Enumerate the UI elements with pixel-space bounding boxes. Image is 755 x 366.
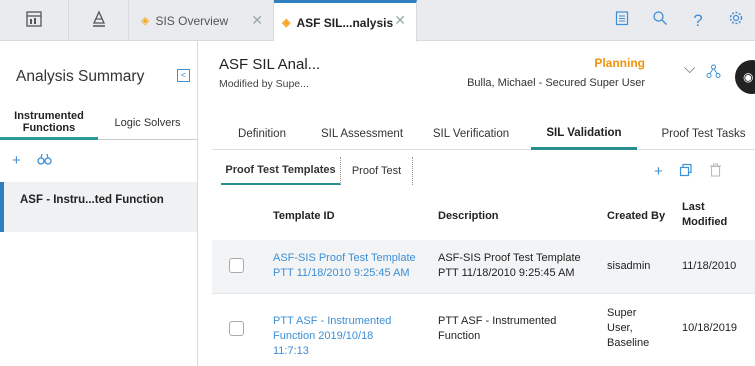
clipboard-icon[interactable] — [603, 10, 641, 31]
description-cell: PTT ASF - Instrumented Function — [438, 315, 557, 342]
diamond-icon: ◈ — [141, 15, 150, 27]
tab-logic-solvers[interactable]: Logic Solvers — [98, 106, 197, 140]
main-tabs: Definition SIL Assessment SIL Verificati… — [212, 118, 755, 150]
top-right-icons: ? — [603, 0, 755, 41]
page-subtitle: Modified by Supe... — [219, 78, 309, 90]
tab-proof-test-templates[interactable]: Proof Test Templates — [221, 157, 341, 185]
asset-hierarchy-button[interactable] — [69, 0, 129, 41]
search-icon[interactable] — [641, 10, 679, 31]
left-tabs: Instrumented Functions Logic Solvers — [0, 106, 197, 140]
add-icon[interactable]: + — [12, 152, 21, 170]
chevron-down-icon[interactable]: ⌵ — [684, 60, 695, 77]
help-icon[interactable]: ? — [679, 11, 717, 31]
binoculars-icon[interactable] — [37, 152, 52, 170]
column-template-id[interactable]: Template ID — [273, 209, 335, 224]
row-checkbox[interactable] — [229, 258, 244, 273]
column-created-by[interactable]: Created By — [607, 209, 665, 224]
dashboard-button[interactable] — [0, 0, 69, 41]
created-by-cell: sisadmin — [607, 260, 651, 272]
column-last-modified[interactable]: Last Modified — [682, 200, 742, 230]
template-id-link[interactable]: ASF-SIS Proof Test Template PTT 11/18/20… — [273, 251, 423, 281]
trash-icon[interactable] — [709, 163, 722, 181]
tab-sil-assessment[interactable]: SIL Assessment — [312, 118, 412, 150]
analysis-summary-panel: Analysis Summary < Instrumented Function… — [0, 41, 198, 366]
status-badge[interactable]: Planning — [594, 56, 645, 70]
panel-title: Analysis Summary — [16, 68, 145, 85]
template-id-link[interactable]: PTT ASF - Instrumented Function 2019/10/… — [273, 314, 398, 359]
tab-proof-test-tasks[interactable]: Proof Test Tasks — [652, 118, 755, 150]
tab-proof-test[interactable]: Proof Test — [341, 157, 413, 185]
description-cell: ASF-SIS Proof Test Template PTT 11/18/20… — [438, 252, 581, 279]
collapse-icon[interactable]: < — [177, 69, 190, 82]
diamond-icon: ◈ — [282, 17, 291, 29]
gear-icon[interactable] — [717, 10, 755, 31]
tab-asf-sil-analysis[interactable]: ◈ ASF SIL...nalysis ✕ — [274, 0, 417, 42]
table-row[interactable]: PTT ASF - Instrumented Function 2019/10/… — [212, 294, 755, 362]
eye-icon[interactable]: ◉ — [735, 60, 755, 94]
dashboard-icon — [25, 10, 43, 31]
row-checkbox[interactable] — [229, 321, 244, 336]
tab-instrumented-functions[interactable]: Instrumented Functions — [0, 106, 98, 140]
asset-hierarchy-icon — [90, 10, 108, 31]
grid-actions: + — [654, 163, 722, 181]
tab-label: SIS Overview — [155, 13, 229, 28]
tab-definition[interactable]: Definition — [212, 118, 312, 150]
last-modified-cell: 11/18/2010 — [682, 260, 737, 272]
user-label: Bulla, Michael - Secured Super User — [467, 77, 645, 89]
tab-sis-overview[interactable]: ◈ SIS Overview ✕ — [129, 0, 274, 41]
hierarchy-icon[interactable] — [706, 64, 721, 82]
add-icon[interactable]: + — [654, 163, 663, 181]
list-item-selected[interactable]: ASF - Instru...ted Function — [0, 182, 197, 232]
tab-sil-validation[interactable]: SIL Validation — [531, 118, 637, 150]
last-modified-cell: 10/18/2019 — [682, 322, 738, 334]
close-icon[interactable]: ✕ — [394, 12, 406, 29]
tab-label: ASF SIL...nalysis — [296, 15, 394, 30]
table-row[interactable]: ASF-SIS Proof Test Template PTT 11/18/20… — [212, 240, 755, 294]
copy-icon[interactable] — [679, 163, 693, 181]
page-title: ASF SIL Anal... — [219, 56, 321, 73]
close-icon[interactable]: ✕ — [251, 12, 263, 29]
top-bar: ◈ SIS Overview ✕ ◈ ASF SIL...nalysis ✕ ? — [0, 0, 755, 42]
tab-sil-verification[interactable]: SIL Verification — [418, 118, 524, 150]
left-actions: + — [12, 152, 52, 170]
column-description[interactable]: Description — [438, 209, 499, 224]
table-header: Template ID Description Created By Last … — [212, 193, 755, 240]
created-by-cell: Super User, Baseline — [607, 307, 650, 349]
